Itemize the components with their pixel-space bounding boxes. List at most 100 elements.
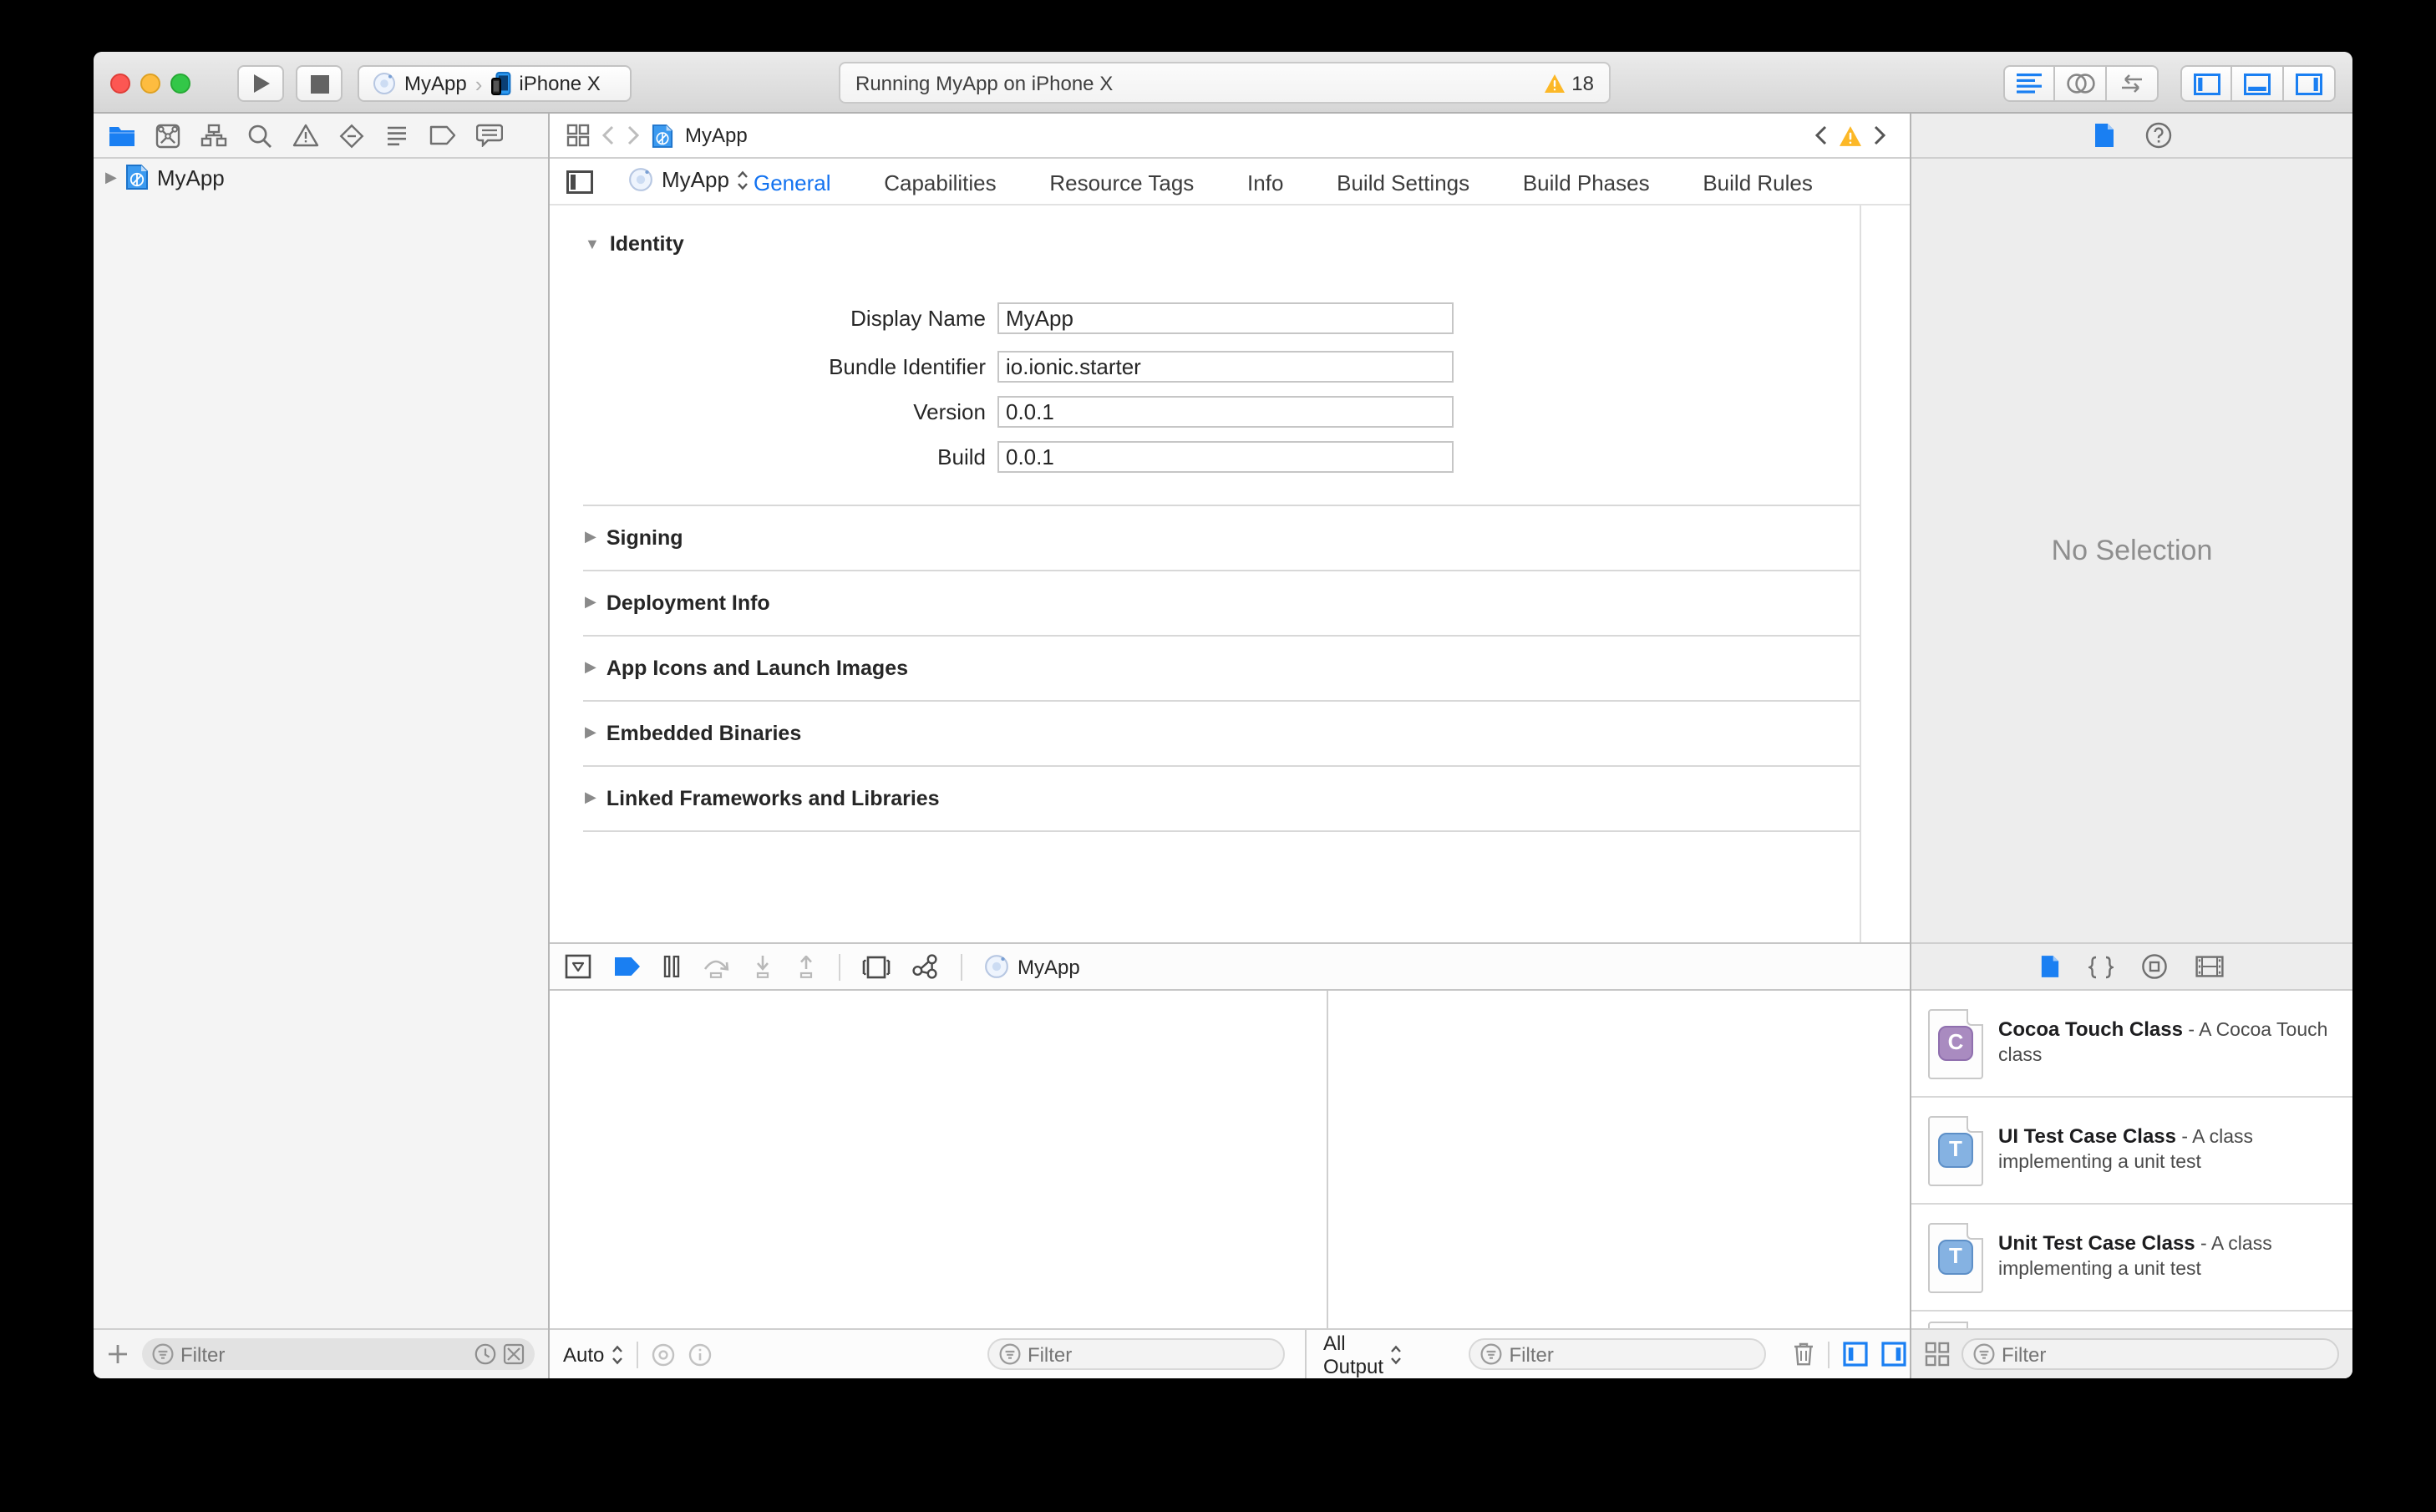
variables-scope-popup[interactable]: Auto [563,1342,622,1366]
code-snippet-library-icon[interactable] [2088,955,2114,978]
zoom-window-button[interactable] [170,74,190,94]
search-navigator-icon[interactable] [247,123,272,148]
next-issue-icon[interactable] [1873,125,1886,145]
disclosure-triangle-icon[interactable]: ▶ [585,789,596,807]
navigator-filter-field[interactable] [142,1338,535,1370]
app-icons-section-header[interactable]: ▶ App Icons and Launch Images [585,635,908,700]
toggle-utilities-button[interactable] [2284,65,2336,102]
scheme-selector[interactable]: MyApp › iPhone X [358,65,632,102]
variables-filter-field[interactable] [987,1338,1285,1370]
navigator-filter-input[interactable] [180,1342,468,1366]
project-outline-row[interactable]: ▶ MyApp [94,159,548,195]
clear-console-trash-icon[interactable] [1794,1342,1815,1367]
embedded-binaries-section-header[interactable]: ▶ Embedded Binaries [585,700,801,765]
version-input[interactable] [997,396,1454,428]
tab-general[interactable]: General [754,170,831,195]
object-library-icon[interactable] [2142,954,2167,979]
related-items-icon[interactable] [566,124,590,147]
breakpoint-navigator-icon[interactable] [429,125,456,145]
disclosure-triangle-icon[interactable]: ▶ [585,658,596,677]
disclosure-triangle-icon[interactable]: ▼ [585,236,600,252]
jump-bar-item[interactable]: MyApp [685,124,748,147]
variables-filter-input[interactable] [1027,1342,1273,1366]
debug-navigator-icon[interactable] [384,124,409,146]
build-input[interactable] [997,441,1454,473]
project-navigator-icon[interactable] [109,124,135,146]
library-item-ui-test-case-class[interactable]: T UI Test Case Class - A class implement… [1911,1098,2352,1205]
console-scope-popup[interactable]: All Output [1323,1331,1403,1378]
step-into-icon[interactable] [752,955,774,978]
console-view[interactable] [1328,991,1910,1328]
file-template-icon [1928,1322,1983,1328]
tab-resource-tags[interactable]: Resource Tags [1049,170,1194,195]
display-name-row: Display Name [550,302,1485,334]
file-inspector-icon[interactable] [2093,122,2114,149]
targets-sidebar-toggle-icon[interactable] [566,170,593,194]
library-filter-input[interactable] [2002,1342,2327,1366]
minimize-window-button[interactable] [140,74,160,94]
tab-capabilities[interactable]: Capabilities [884,170,996,195]
memory-graph-debugger-icon[interactable] [912,954,939,979]
console-filter-field[interactable] [1469,1338,1767,1370]
disclosure-triangle-icon[interactable]: ▶ [585,528,596,546]
show-view-icon[interactable] [651,1342,674,1366]
popup-chevrons-icon [612,1344,622,1364]
assistant-editor-button[interactable] [2055,65,2107,102]
pause-icon[interactable] [663,956,680,977]
display-name-input[interactable] [997,302,1454,334]
warning-icon[interactable] [1838,124,1863,146]
test-navigator-icon[interactable] [339,123,364,148]
library-item-unit-test-case-class[interactable]: T Unit Test Case Class - A class impleme… [1911,1205,2352,1312]
step-out-icon[interactable] [795,955,817,978]
source-control-status-icon[interactable] [503,1343,525,1365]
back-chevron-icon[interactable] [601,125,615,145]
stop-button[interactable] [296,65,343,102]
console-filter-input[interactable] [1509,1342,1755,1366]
tab-build-phases[interactable]: Build Phases [1523,170,1650,195]
disclosure-triangle-icon[interactable]: ▶ [585,723,596,742]
signing-section-header[interactable]: ▶ Signing [585,505,683,570]
standard-editor-button[interactable] [2003,65,2055,102]
forward-chevron-icon[interactable] [627,125,640,145]
issue-navigator-icon[interactable] [292,124,319,147]
target-selector[interactable]: MyApp [628,167,749,192]
symbol-navigator-icon[interactable] [200,124,227,147]
close-window-button[interactable] [110,74,130,94]
view-hierarchy-debugger-icon[interactable] [862,955,891,978]
toggle-debug-area-button[interactable] [2232,65,2284,102]
disclosure-triangle-icon[interactable]: ▶ [105,168,117,186]
disclosure-triangle-icon[interactable]: ▶ [585,593,596,611]
previous-issue-icon[interactable] [1814,125,1828,145]
deployment-info-section-header[interactable]: ▶ Deployment Info [585,570,770,635]
library-filter-field[interactable] [1961,1338,2339,1370]
quick-help-inspector-icon[interactable] [2144,122,2171,149]
media-library-icon[interactable] [2195,956,2224,977]
activity-viewer[interactable]: Running MyApp on iPhone X 18 [839,62,1611,104]
hide-debug-area-icon[interactable] [565,954,591,979]
report-navigator-icon[interactable] [476,124,503,147]
version-editor-button[interactable] [2107,65,2159,102]
file-template-library-icon[interactable] [2040,954,2060,979]
debug-process-selector[interactable]: MyApp [984,954,1080,979]
step-over-icon[interactable] [702,955,730,978]
linked-frameworks-section-header[interactable]: ▶ Linked Frameworks and Libraries [585,765,940,830]
show-console-view-toggle[interactable] [1881,1342,1906,1367]
breakpoints-toggle-icon[interactable] [613,956,642,977]
bundle-identifier-input[interactable] [997,351,1454,383]
run-button[interactable] [237,65,284,102]
toggle-navigator-button[interactable] [2180,65,2232,102]
library-item-partial[interactable] [1911,1312,2352,1328]
tab-info[interactable]: Info [1247,170,1283,195]
library-grid-view-icon[interactable] [1925,1342,1950,1367]
identity-section-header[interactable]: ▼ Identity [585,232,684,256]
show-variables-view-toggle[interactable] [1843,1342,1868,1367]
recents-clock-icon[interactable] [475,1343,496,1365]
tab-build-rules[interactable]: Build Rules [1703,170,1813,195]
section-divider [583,830,1860,832]
add-button[interactable] [107,1343,129,1365]
source-control-navigator-icon[interactable] [155,123,180,148]
tab-build-settings[interactable]: Build Settings [1337,170,1469,195]
variables-view[interactable] [550,991,1328,1328]
info-icon[interactable] [688,1342,711,1366]
library-item-cocoa-touch-class[interactable]: C Cocoa Touch Class - A Cocoa Touch clas… [1911,991,2352,1098]
